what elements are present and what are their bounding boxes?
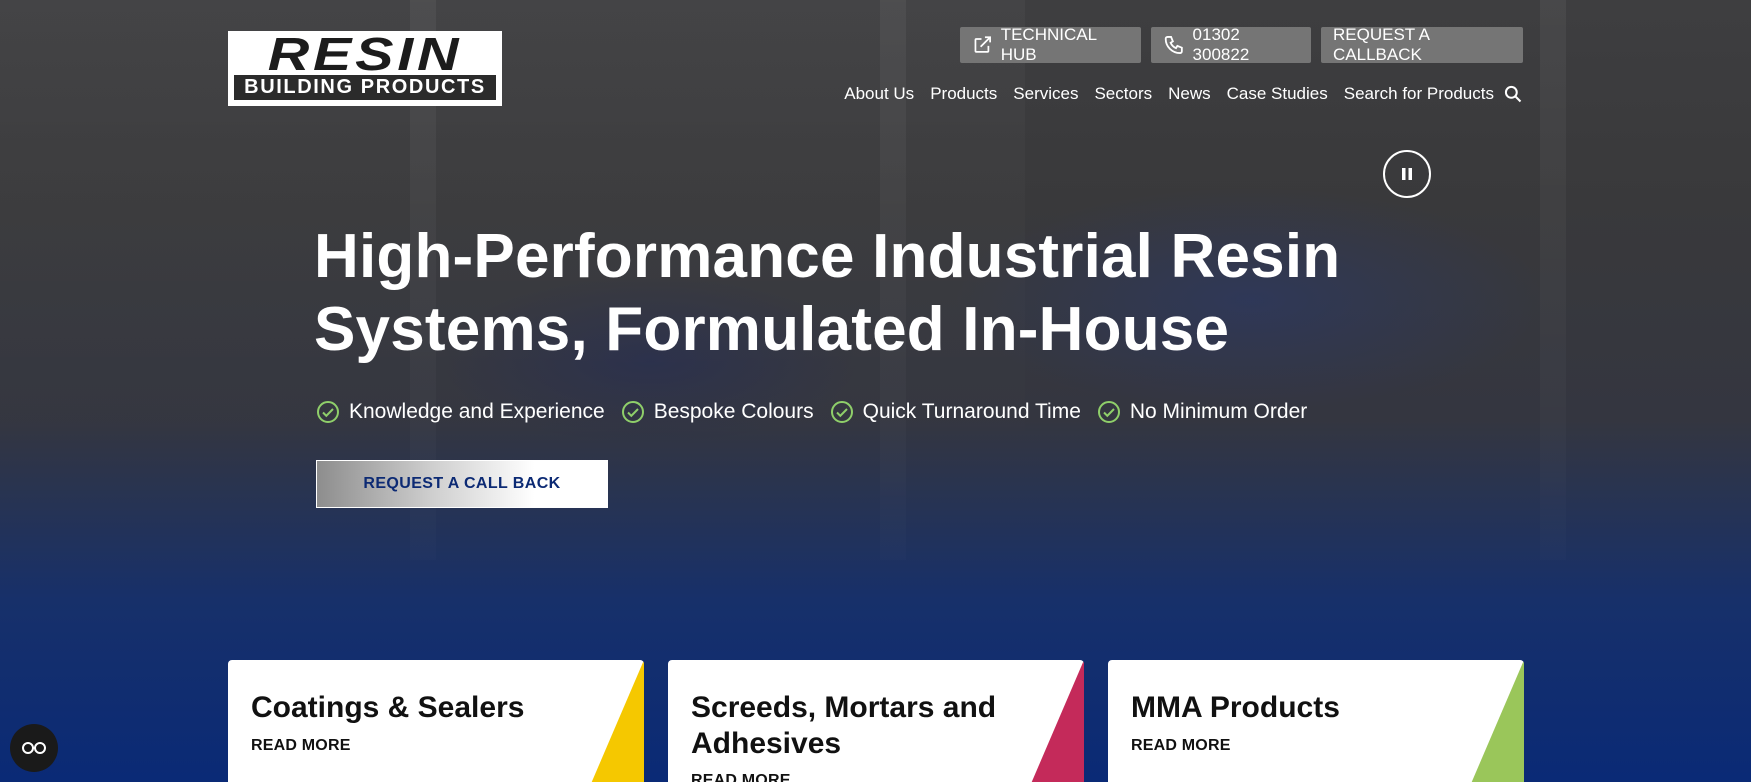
request-call-back-button[interactable]: REQUEST A CALL BACK	[316, 460, 608, 508]
main-navigation: About Us Products Services Sectors News …	[828, 82, 1523, 106]
hero-headline-line-2: Systems, Formulated In-House	[314, 295, 1230, 364]
check-circle-icon	[317, 401, 339, 423]
technical-hub-label: TECHNICAL HUB	[1000, 25, 1097, 64]
card-accent-stripe	[591, 660, 644, 782]
nav-item-search-products[interactable]: Search for Products	[1344, 84, 1494, 104]
feature-label: Knowledge and Experience	[349, 400, 605, 423]
slideshow-pause-button[interactable]	[1383, 150, 1431, 198]
category-card-coatings[interactable]: Coatings & Sealers READ MORE	[228, 660, 644, 782]
category-card-screeds[interactable]: Screeds, Mortars and Adhesives READ MORE	[668, 660, 1084, 782]
feature-item: Bespoke Colours	[621, 400, 814, 424]
feature-item: Quick Turnaround Time	[830, 400, 1081, 424]
hero-headline: High-Performance Industrial Resin System…	[314, 220, 1374, 366]
card-accent-stripe	[1031, 660, 1084, 782]
hero-features: Knowledge and Experience Bespoke Colours…	[316, 398, 1323, 426]
logo-wordmark: RESIN	[267, 33, 463, 75]
feature-label: No Minimum Order	[1129, 400, 1308, 423]
request-callback-label: REQUEST A CALLBACK	[1333, 25, 1430, 64]
nav-item-products[interactable]: Products	[930, 84, 997, 104]
logo-tagline: BUILDING PRODUCTS	[234, 75, 496, 100]
feature-item: Knowledge and Experience	[316, 400, 605, 424]
nav-item-sectors[interactable]: Sectors	[1094, 84, 1152, 104]
read-more-link[interactable]: READ MORE	[251, 737, 351, 755]
phone-icon	[1164, 36, 1183, 54]
accessibility-icon	[22, 742, 46, 754]
card-title: Coatings & Sealers	[251, 691, 525, 724]
accessibility-button[interactable]	[10, 724, 58, 772]
technical-hub-button[interactable]: TECHNICAL HUB	[960, 25, 1141, 64]
hero-headline-line-1: High-Performance Industrial Resin	[314, 222, 1341, 291]
external-link-icon	[974, 36, 991, 53]
feature-label: Quick Turnaround Time	[862, 400, 1081, 423]
card-accent-stripe	[1471, 660, 1524, 782]
feature-item: No Minimum Order	[1097, 400, 1307, 424]
card-title: Screeds, Mortars and Adhesives	[691, 691, 997, 760]
nav-item-about-us[interactable]: About Us	[844, 84, 914, 104]
read-more-link[interactable]: READ MORE	[1131, 737, 1231, 755]
phone-number: 01302 300822	[1192, 25, 1250, 64]
read-more-link[interactable]: READ MORE	[691, 772, 791, 782]
check-circle-icon	[621, 401, 644, 423]
pause-icon	[1402, 168, 1412, 180]
nav-item-services[interactable]: Services	[1013, 84, 1078, 104]
feature-label: Bespoke Colours	[653, 400, 814, 423]
site-logo[interactable]: RESIN BUILDING PRODUCTS	[228, 31, 502, 106]
phone-button[interactable]: 01302 300822	[1151, 25, 1311, 64]
check-circle-icon	[830, 401, 853, 423]
nav-item-case-studies[interactable]: Case Studies	[1227, 84, 1328, 104]
card-title: MMA Products	[1131, 691, 1340, 724]
request-callback-button[interactable]: REQUEST A CALLBACK	[1321, 25, 1523, 64]
category-card-mma[interactable]: MMA Products READ MORE	[1108, 660, 1524, 782]
search-icon[interactable]	[1503, 84, 1523, 104]
background-pillar	[1540, 0, 1566, 560]
check-circle-icon	[1097, 401, 1120, 423]
logo-wordmark-area: RESIN	[230, 33, 500, 75]
nav-item-news[interactable]: News	[1168, 84, 1211, 104]
